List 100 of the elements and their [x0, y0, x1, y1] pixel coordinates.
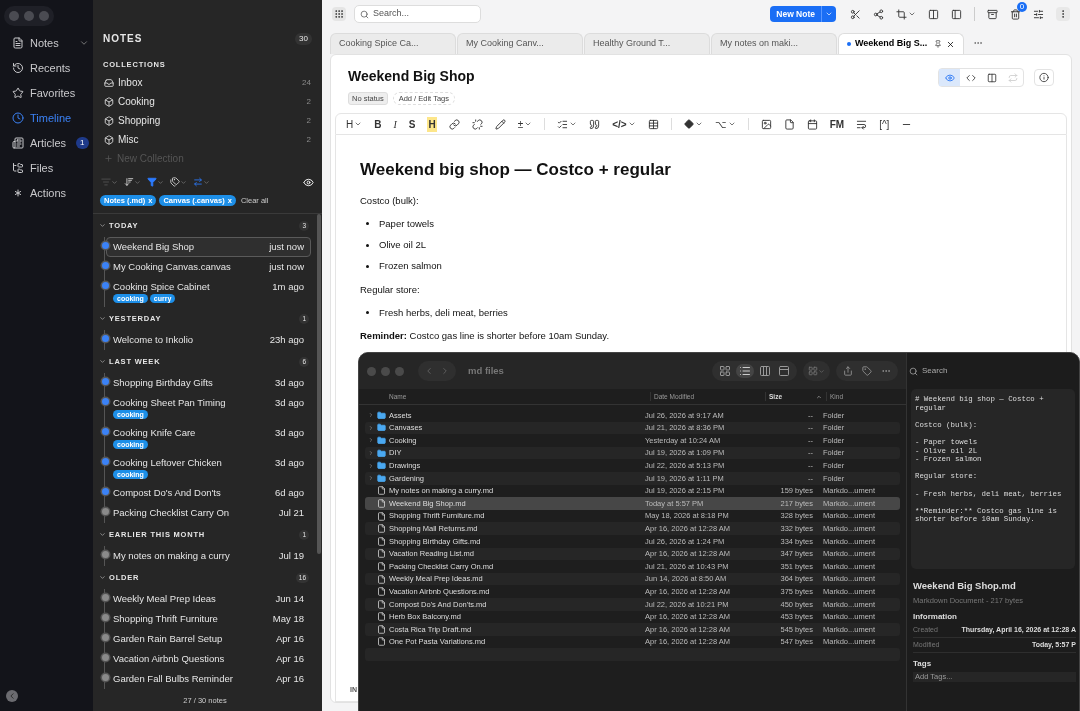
columns-icon[interactable]	[928, 8, 939, 20]
tab-label: Healthy Ground T...	[593, 37, 671, 51]
column-view-icon[interactable]	[757, 365, 773, 377]
file-icon	[377, 599, 386, 609]
note-title: Garden Rain Barrel Setup	[113, 632, 223, 645]
trash-icon[interactable]	[1010, 8, 1021, 20]
nav-item[interactable]: Timeline	[12, 109, 89, 127]
tag-icon[interactable]	[862, 366, 872, 376]
collection-item[interactable]: Shopping 2	[93, 111, 322, 131]
search-field[interactable]: Search	[922, 365, 948, 377]
nav-item[interactable]: Files	[12, 159, 89, 177]
tab-label: My Cooking Canv...	[466, 37, 544, 51]
apps-icon[interactable]	[332, 7, 346, 21]
checklist-button[interactable]	[557, 118, 578, 130]
calendar-icon[interactable]	[806, 118, 818, 130]
tab[interactable]: Weekend Big S...	[838, 33, 964, 54]
chevron-icon[interactable]	[99, 574, 106, 581]
quote-icon[interactable]	[589, 118, 601, 130]
settings-icon[interactable]	[1033, 8, 1044, 20]
sidebar-icon[interactable]	[951, 8, 962, 20]
link-icon[interactable]	[448, 118, 460, 130]
nav-label: Favorites	[30, 85, 76, 101]
filter-button[interactable]	[147, 177, 164, 188]
note-item[interactable]: Packing Checklist Carry On Jul 21	[106, 502, 311, 523]
bullet	[366, 222, 369, 226]
note-item[interactable]: My Cooking Canvas.canvas just now	[106, 256, 311, 277]
scrollbar[interactable]	[317, 213, 321, 554]
option-button[interactable]: ⌥	[714, 116, 736, 132]
chevron-icon[interactable]	[99, 222, 106, 229]
swap-button[interactable]	[193, 177, 210, 188]
bold-button[interactable]: B	[374, 116, 382, 132]
chevron-icon[interactable]	[79, 38, 89, 48]
nav-item[interactable]: Notes	[12, 34, 89, 52]
note-item[interactable]: Welcome to Inkolio 23h ago	[106, 329, 311, 350]
chevron-icon[interactable]	[99, 358, 106, 365]
strikethrough-button[interactable]: S	[408, 116, 416, 132]
list-view-icon[interactable]	[736, 364, 754, 378]
eye-icon[interactable]	[303, 176, 314, 188]
chevron-icon[interactable]	[99, 531, 106, 538]
note-item[interactable]: Vacation Airbnb Questions Apr 16	[106, 648, 311, 669]
more-icon[interactable]	[1056, 7, 1070, 21]
collection-item[interactable]: Inbox 24	[93, 73, 322, 93]
note-item[interactable]: My notes on making a curry Jul 19	[106, 545, 311, 566]
note-item[interactable]: Garden Rain Barrel Setup Apr 16	[106, 628, 311, 649]
search-icon[interactable]	[909, 366, 918, 376]
tab[interactable]: My Cooking Canv...	[457, 33, 583, 54]
bullet	[366, 311, 369, 315]
scissors-icon[interactable]	[850, 8, 861, 20]
tab[interactable]: My notes on maki...	[711, 33, 837, 54]
note-time: just now	[269, 240, 304, 253]
pencil-icon[interactable]	[494, 118, 506, 130]
note-item[interactable]: Compost Do's And Don'ts 6d ago	[106, 482, 311, 503]
sort-button[interactable]	[124, 177, 141, 188]
footnote-button[interactable]: [^]	[879, 116, 890, 132]
collection-item[interactable]: Cooking 2	[93, 92, 322, 112]
wrap-icon[interactable]	[856, 118, 868, 130]
diamond-button[interactable]	[683, 119, 703, 129]
close-icon[interactable]	[946, 39, 955, 49]
crop-button[interactable]	[896, 8, 916, 20]
document-icon	[12, 37, 24, 49]
graph-icon[interactable]	[873, 8, 884, 20]
note-title: My Cooking Canvas.canvas	[113, 260, 231, 273]
image-icon[interactable]	[760, 118, 772, 130]
note-item[interactable]: Shopping Thrift Furniture May 18	[106, 608, 311, 629]
gallery-view-icon[interactable]	[776, 365, 792, 377]
frontmatter-button[interactable]: FM	[829, 116, 845, 132]
search-field[interactable]: Search...	[354, 5, 481, 23]
nav-item[interactable]: Articles 1	[12, 134, 89, 152]
chevron-icon[interactable]	[99, 315, 106, 322]
unlink-icon[interactable]	[471, 118, 483, 130]
archive-icon[interactable]	[987, 8, 998, 20]
share-icon[interactable]	[843, 366, 853, 376]
collection-item[interactable]: Misc 2	[93, 130, 322, 150]
group-button[interactable]	[803, 361, 830, 381]
plus-minus-button[interactable]: ±	[517, 116, 533, 132]
new-note-menu-button[interactable]	[821, 6, 836, 22]
note-item[interactable]: Shopping Birthday Gifts 3d ago	[106, 372, 311, 393]
file-icon[interactable]	[783, 118, 795, 130]
nav-item[interactable]: Recents	[12, 59, 89, 77]
highlight-button[interactable]: H	[427, 116, 437, 132]
preview-filename: Weekend Big Shop.md	[913, 579, 1017, 593]
tab[interactable]: Healthy Ground T...	[584, 33, 710, 54]
note-item[interactable]: Weekly Meal Prep Ideas Jun 14	[106, 588, 311, 609]
code-button[interactable]: </>	[612, 116, 636, 132]
heading-button[interactable]: H	[346, 116, 363, 132]
eye-button[interactable]	[939, 69, 960, 86]
pin-icon[interactable]	[934, 40, 942, 48]
grid-view-icon[interactable]	[717, 365, 733, 377]
tags-button[interactable]	[170, 177, 187, 188]
info-icon[interactable]	[1034, 69, 1054, 86]
nav-item[interactable]: Favorites	[12, 84, 89, 102]
collection-label: Cooking	[118, 95, 155, 110]
note-item[interactable]: Garden Fall Bulbs Reminder Apr 16	[106, 668, 311, 689]
collapse-button[interactable]	[6, 690, 18, 702]
nav-item[interactable]: Actions	[12, 184, 89, 202]
note-time: just now	[269, 260, 304, 273]
table-icon[interactable]	[647, 118, 659, 130]
tab[interactable]: Cooking Spice Ca...	[330, 33, 456, 54]
new-note-button[interactable]: New Note	[770, 6, 821, 22]
italic-button[interactable]: I	[393, 116, 397, 132]
